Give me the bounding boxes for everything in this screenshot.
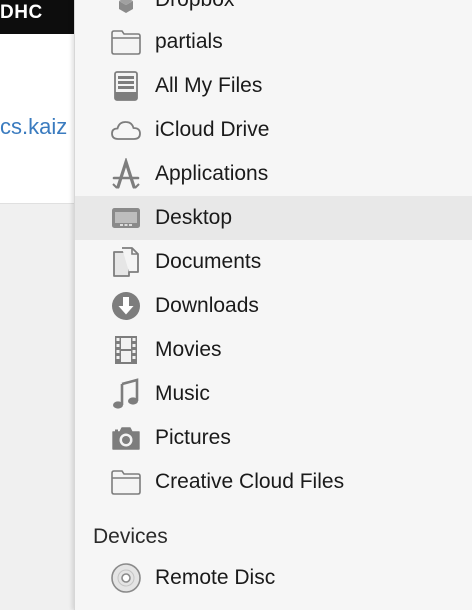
downloads-icon — [109, 289, 143, 323]
sidebar-item-downloads[interactable]: Downloads — [75, 284, 472, 328]
sidebar-item-movies[interactable]: Movies — [75, 328, 472, 372]
pictures-icon — [109, 421, 143, 455]
background-titlebar: DHC — [0, 0, 80, 34]
sidebar-item-label: Pictures — [155, 426, 231, 449]
sidebar-item-label: Downloads — [155, 294, 259, 317]
dropbox-icon — [109, 0, 143, 17]
icloud-icon — [109, 113, 143, 147]
devices-header: Devices — [93, 525, 168, 548]
sidebar-item-desktop[interactable]: Desktop — [75, 196, 472, 240]
sidebar-item-creative-cloud-files[interactable]: Creative Cloud Files — [75, 460, 472, 504]
sidebar-item-documents[interactable]: Documents — [75, 240, 472, 284]
sidebar-item-remote-disc[interactable]: Remote Disc — [75, 556, 472, 600]
sidebar-item-all-my-files[interactable]: All My Files — [75, 64, 472, 108]
sidebar-item-label: partials — [155, 30, 223, 53]
sidebar-item-applications[interactable]: Applications — [75, 152, 472, 196]
sidebar-item-label: Movies — [155, 338, 222, 361]
all-my-files-icon — [109, 69, 143, 103]
sidebar-item-pictures[interactable]: Pictures — [75, 416, 472, 460]
sidebar-item-label: All My Files — [155, 74, 263, 97]
applications-icon — [109, 157, 143, 191]
music-icon — [109, 377, 143, 411]
sidebar-item-partials[interactable]: partials — [75, 20, 472, 64]
sidebar-item-icloud-drive[interactable]: iCloud Drive — [75, 108, 472, 152]
background-link[interactable]: cs.kaiz — [0, 114, 67, 140]
folder-icon — [109, 25, 143, 59]
sidebar-item-label: Applications — [155, 162, 269, 185]
sidebar-item-label: Desktop — [155, 206, 233, 229]
sidebar-item-label: Remote Disc — [155, 566, 276, 589]
remote-disc-icon — [109, 561, 143, 595]
sidebar-item-label: Music — [155, 382, 210, 405]
finder-sidebar: Dropbox partials All My Files — [74, 0, 472, 610]
folder-icon — [109, 465, 143, 499]
sidebar-item-label: Creative Cloud Files — [155, 470, 345, 493]
documents-icon — [109, 245, 143, 279]
desktop-icon — [109, 201, 143, 235]
background-window: DHC cs.kaiz — [0, 0, 80, 610]
sidebar-item-label: Dropbox — [155, 0, 234, 12]
background-title: DHC — [0, 2, 43, 23]
movies-icon — [109, 333, 143, 367]
sidebar-item-label: Documents — [155, 250, 262, 273]
sidebar-item-music[interactable]: Music — [75, 372, 472, 416]
sidebar-item-label: iCloud Drive — [155, 118, 270, 141]
sidebar-item-dropbox[interactable]: Dropbox — [75, 0, 472, 22]
